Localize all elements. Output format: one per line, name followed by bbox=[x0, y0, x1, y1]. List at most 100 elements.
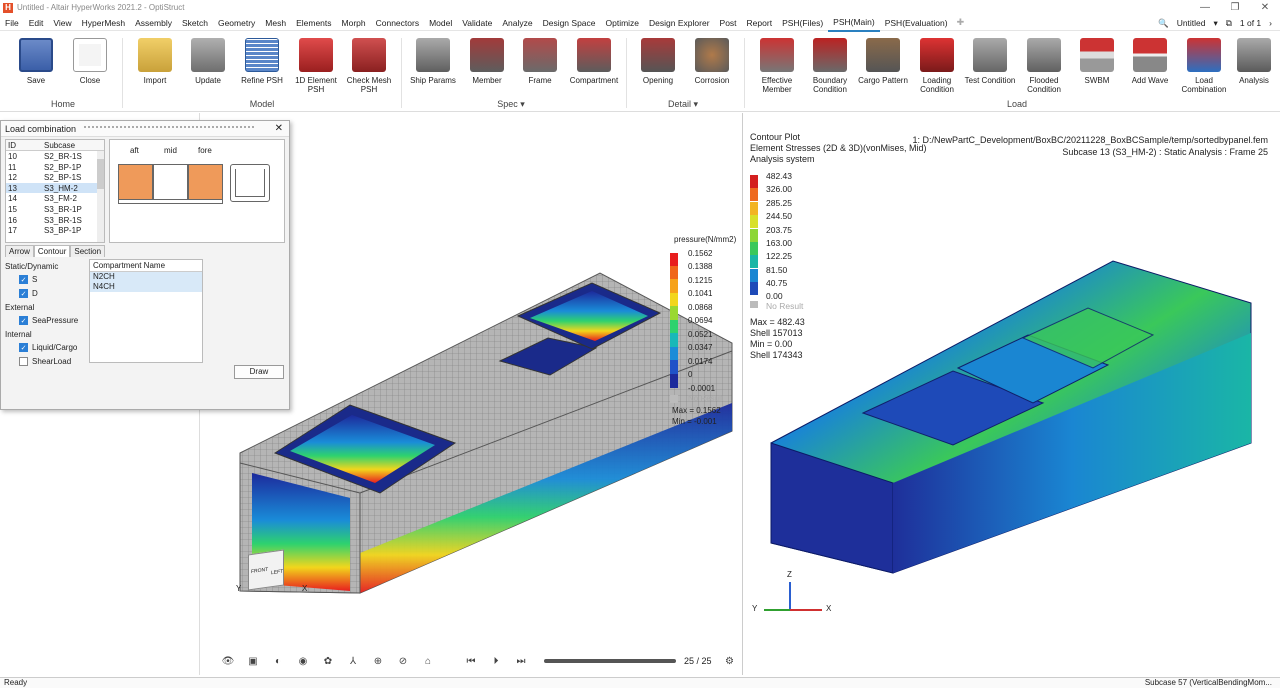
aft-compartment[interactable] bbox=[118, 164, 153, 200]
corrosion-button[interactable]: Corrosion bbox=[684, 32, 740, 85]
menu-design-explorer[interactable]: Design Explorer bbox=[644, 15, 714, 31]
menu-file[interactable]: File bbox=[0, 15, 24, 31]
viewcube[interactable]: FRONT LEFT Y X bbox=[236, 549, 307, 602]
viewcube-front[interactable]: FRONT bbox=[251, 567, 268, 575]
menu-psh-evaluation[interactable]: PSH(Evaluation) bbox=[880, 15, 953, 31]
tab-arrow[interactable]: Arrow bbox=[5, 245, 34, 257]
menu-view[interactable]: View bbox=[48, 15, 76, 31]
viewcube-box[interactable]: FRONT LEFT bbox=[248, 549, 284, 591]
add-tab-icon[interactable]: ✚ bbox=[953, 17, 969, 28]
import-button[interactable]: Import bbox=[127, 32, 183, 85]
menu-assembly[interactable]: Assembly bbox=[130, 15, 177, 31]
close-button[interactable]: Close bbox=[62, 32, 118, 85]
list-item[interactable]: N4CH bbox=[90, 282, 202, 292]
update-button[interactable]: Update bbox=[180, 32, 236, 85]
ship-params-button[interactable]: Ship Params bbox=[405, 32, 461, 85]
menu-validate[interactable]: Validate bbox=[457, 15, 497, 31]
tab-contour[interactable]: Contour bbox=[33, 245, 71, 257]
table-row[interactable]: 17 S3_BP-1P bbox=[6, 225, 104, 236]
table-scrollbar[interactable] bbox=[97, 151, 104, 242]
checkbox-liquid-cargo[interactable]: ✓ Liquid/Cargo bbox=[19, 343, 87, 352]
menu-elements[interactable]: Elements bbox=[291, 15, 336, 31]
table-row-selected[interactable]: 13 S3_HM-2 bbox=[6, 182, 104, 194]
close-window-button[interactable]: ✕ bbox=[1250, 0, 1280, 15]
status-subcase[interactable]: Subcase 57 (VerticalBendingMom... bbox=[1145, 678, 1272, 688]
menu-hypermesh[interactable]: HyperMesh bbox=[77, 15, 130, 31]
1d-element-psh-button[interactable]: 1D Element PSH bbox=[288, 32, 344, 94]
checkbox-seapressure[interactable]: ✓ SeaPressure bbox=[19, 316, 87, 325]
menu-sketch[interactable]: Sketch bbox=[177, 15, 213, 31]
dialog-close-icon[interactable]: ✕ bbox=[275, 123, 283, 134]
checkbox-s[interactable]: ✓ S bbox=[19, 275, 87, 284]
table-row[interactable]: 15 S3_BR-1P bbox=[6, 204, 104, 215]
opening-button[interactable]: Opening bbox=[630, 32, 686, 85]
zoom-icon[interactable]: ⊕ bbox=[370, 654, 386, 668]
mid-compartment[interactable] bbox=[153, 164, 188, 200]
axis-icon[interactable]: ⅄ bbox=[345, 654, 361, 668]
group-detail[interactable]: Detail ▾ bbox=[660, 99, 706, 110]
isolate-icon[interactable]: ◐ bbox=[270, 654, 286, 668]
menu-psh-files[interactable]: PSH(Files) bbox=[777, 15, 828, 31]
add-wave-button[interactable]: Add Wave bbox=[1122, 32, 1178, 85]
eye-icon[interactable]: 👁 bbox=[220, 654, 236, 668]
compartment-button[interactable]: Compartment bbox=[566, 32, 622, 85]
swbm-button[interactable]: SWBM bbox=[1069, 32, 1125, 85]
chevron-right-icon[interactable]: › bbox=[1269, 18, 1272, 28]
color-wheel-icon[interactable]: ✿ bbox=[320, 654, 336, 668]
first-frame-icon[interactable]: ⏮ bbox=[463, 654, 479, 668]
refine-psh-button[interactable]: Refine PSH bbox=[234, 32, 290, 85]
minimize-button[interactable]: — bbox=[1190, 0, 1220, 15]
table-row[interactable]: 16 S3_BR-1S bbox=[6, 215, 104, 226]
scrollbar-thumb[interactable] bbox=[97, 159, 104, 189]
maximize-button[interactable]: ❐ bbox=[1220, 0, 1250, 15]
menu-report[interactable]: Report bbox=[742, 15, 778, 31]
lock-icon[interactable]: ⌂ bbox=[420, 654, 436, 668]
menu-model[interactable]: Model bbox=[424, 15, 457, 31]
loading-condition-button[interactable]: Loading Condition bbox=[909, 32, 965, 94]
menu-optimize[interactable]: Optimize bbox=[601, 15, 645, 31]
group-spec[interactable]: Spec ▾ bbox=[488, 99, 534, 110]
menu-analyze[interactable]: Analyze bbox=[497, 15, 537, 31]
load-combination-button[interactable]: Load Combination bbox=[1176, 32, 1232, 94]
play-icon[interactable]: ⏵ bbox=[488, 654, 504, 668]
viewcube-left[interactable]: LEFT bbox=[271, 569, 283, 577]
cargo-pattern-button[interactable]: Cargo Pattern bbox=[855, 32, 911, 85]
search-icon[interactable]: 🔍 bbox=[1158, 18, 1169, 29]
table-row[interactable]: 14 S3_FM-2 bbox=[6, 193, 104, 204]
col-id[interactable]: ID bbox=[6, 140, 44, 150]
boundary-condition-button[interactable]: Boundary Condition bbox=[802, 32, 858, 94]
dialog-header[interactable]: Load combination bbox=[1, 121, 289, 137]
menu-post[interactable]: Post bbox=[715, 15, 742, 31]
visualize-icon[interactable]: ◉ bbox=[295, 654, 311, 668]
menu-psh-main[interactable]: PSH(Main) bbox=[828, 14, 880, 32]
test-condition-button[interactable]: Test Condition bbox=[962, 32, 1018, 85]
effective-member-button[interactable]: Effective Member bbox=[749, 32, 805, 94]
col-subcase[interactable]: Subcase bbox=[44, 140, 98, 150]
menu-mesh[interactable]: Mesh bbox=[260, 15, 291, 31]
animation-slider[interactable] bbox=[544, 659, 676, 663]
analysis-button[interactable]: Analysis bbox=[1229, 32, 1279, 85]
display-icon[interactable]: ▣ bbox=[245, 654, 261, 668]
draw-button[interactable]: Draw bbox=[234, 365, 284, 379]
save-button[interactable]: Save bbox=[8, 32, 64, 85]
menu-edit[interactable]: Edit bbox=[24, 15, 49, 31]
frame-button[interactable]: Frame bbox=[512, 32, 568, 85]
menu-connectors[interactable]: Connectors bbox=[371, 15, 424, 31]
chevron-down-icon[interactable]: ▾ bbox=[1214, 18, 1218, 29]
settings-gear-icon[interactable]: ⚙ bbox=[722, 654, 738, 668]
check-mesh-psh-button[interactable]: Check Mesh PSH bbox=[341, 32, 397, 94]
menu-design-space[interactable]: Design Space bbox=[538, 15, 601, 31]
drag-handle[interactable] bbox=[84, 125, 255, 132]
page-icon[interactable]: ⧉ bbox=[1226, 18, 1232, 29]
menu-morph[interactable]: Morph bbox=[337, 15, 371, 31]
last-frame-icon[interactable]: ⏭ bbox=[513, 654, 529, 668]
checkbox-d[interactable]: ✓ D bbox=[19, 289, 87, 298]
table-row[interactable]: 12 S2_BP-1S bbox=[6, 172, 104, 183]
fore-compartment[interactable] bbox=[188, 164, 223, 200]
member-button[interactable]: Member bbox=[459, 32, 515, 85]
menu-geometry[interactable]: Geometry bbox=[213, 15, 260, 31]
table-row[interactable]: 11 S2_BP-1P bbox=[6, 162, 104, 173]
flooded-condition-button[interactable]: Flooded Condition bbox=[1016, 32, 1072, 94]
session-dropdown[interactable]: Untitled bbox=[1177, 18, 1206, 28]
table-row[interactable]: 10 S2_BR-1S bbox=[6, 151, 104, 162]
